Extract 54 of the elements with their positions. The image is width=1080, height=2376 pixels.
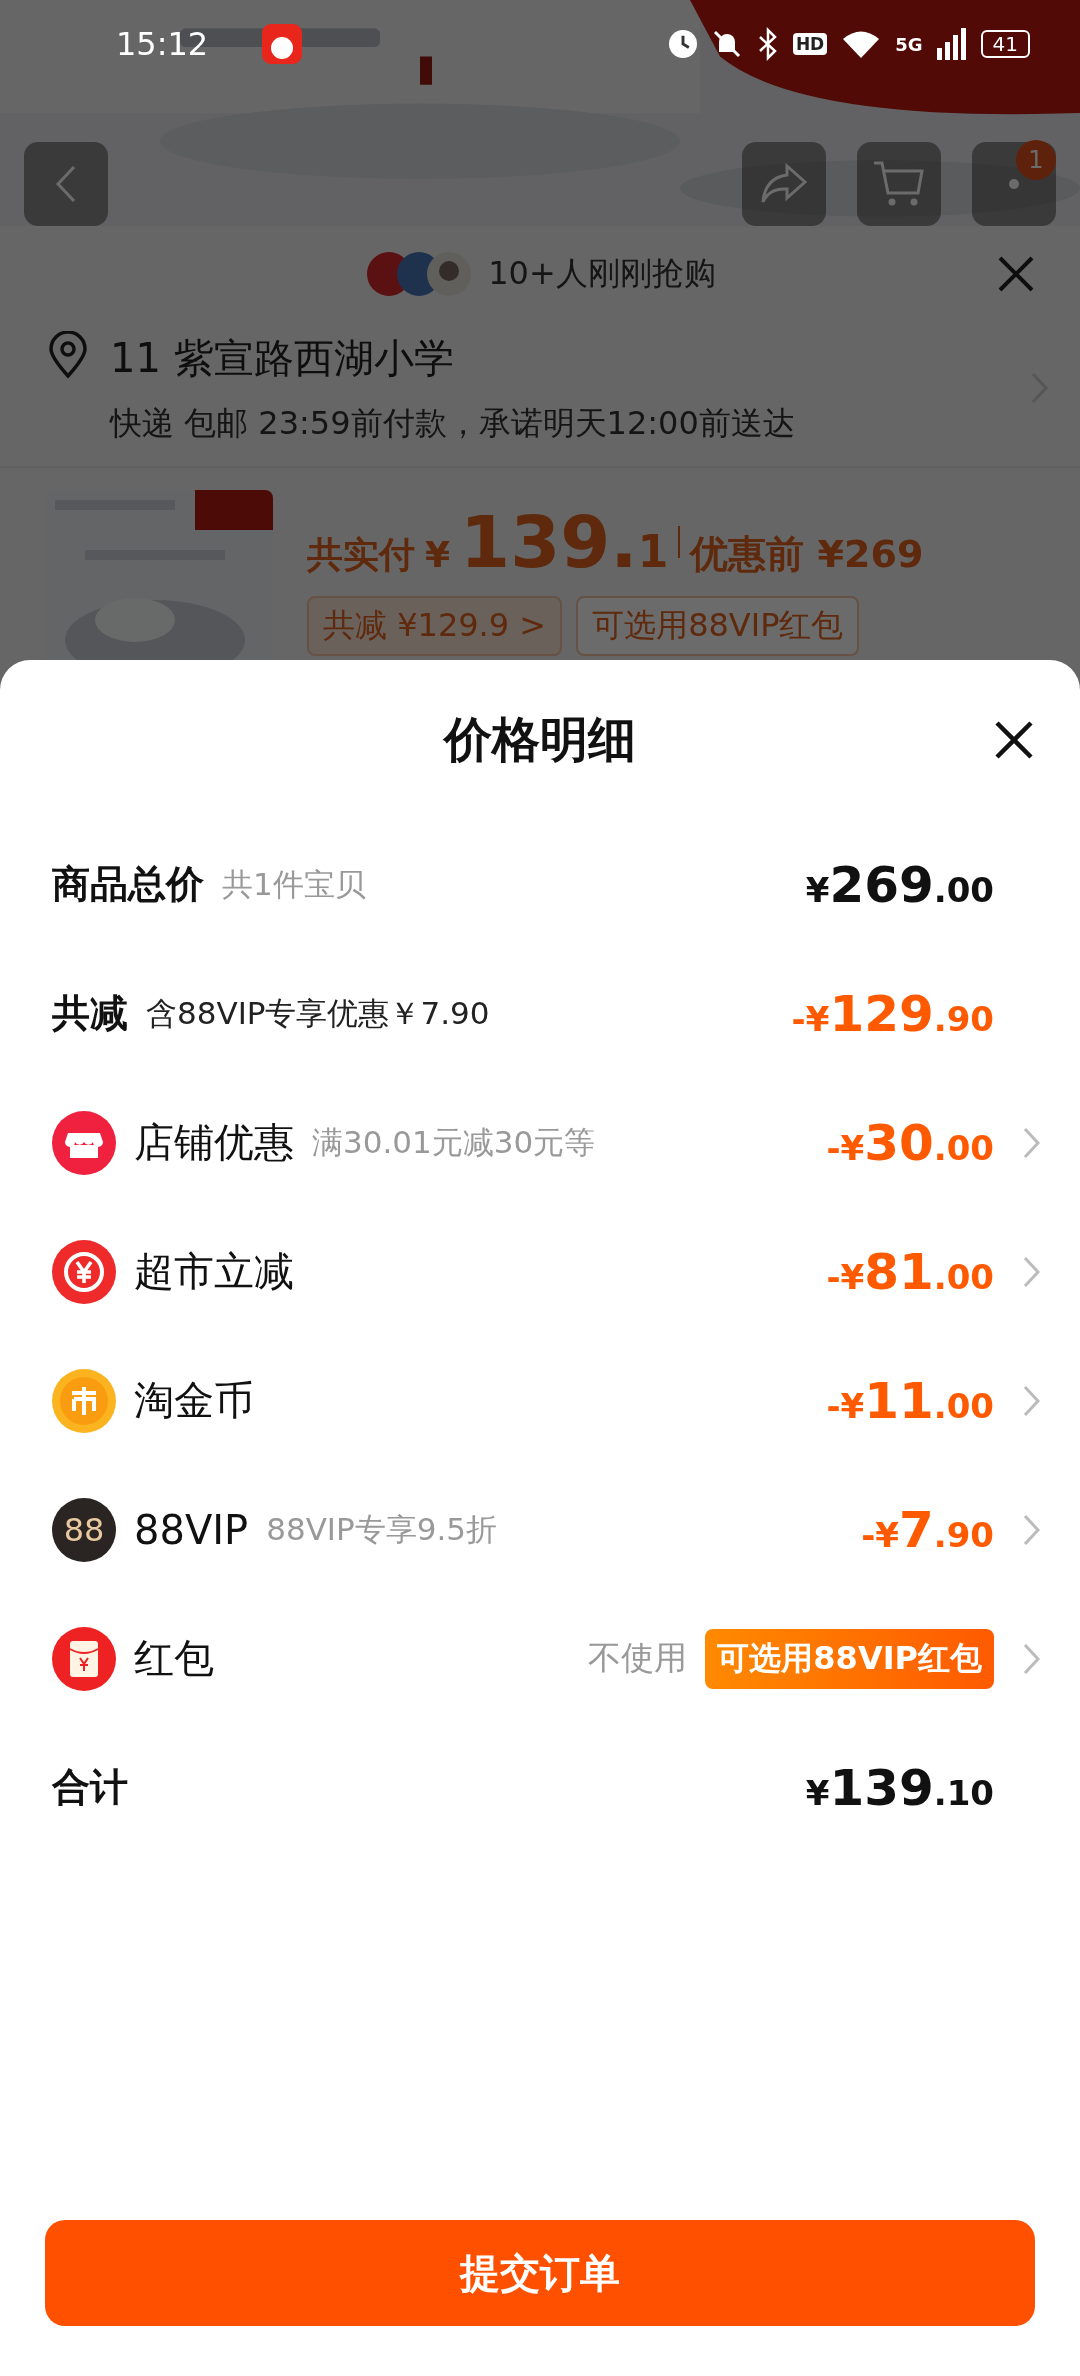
submit-order-button[interactable]: 提交订单 — [45, 2220, 1035, 2326]
chevron-icon — [1022, 1512, 1042, 1547]
original-price: 优惠前 ¥269 — [690, 531, 924, 578]
discount-chip[interactable]: 共减 ¥129.9 > — [307, 596, 563, 656]
address-title: 11 紫宣路西湖小学 — [110, 334, 455, 383]
row-label: 88VIP — [134, 1506, 249, 1553]
back-icon — [54, 164, 78, 204]
chevron-icon — [1022, 1641, 1042, 1676]
store-icon — [52, 1110, 116, 1175]
alarm-icon — [668, 30, 697, 58]
coin-icon — [52, 1368, 116, 1433]
price-amount: -¥11.00 — [826, 1371, 994, 1430]
row-label: 红包 — [134, 1634, 214, 1683]
price-amount: ¥269.00 — [805, 855, 994, 914]
close-icon[interactable] — [996, 254, 1036, 294]
vip-badge-icon: 88 — [52, 1497, 116, 1562]
row-label: 淘金币 — [134, 1376, 254, 1425]
battery-level: 41 — [980, 30, 1030, 58]
chevron-icon — [1022, 1125, 1042, 1160]
row-label: 超市立减 — [134, 1247, 294, 1296]
paid-label: 共实付 — [307, 533, 415, 577]
row-status: 不使用 — [588, 1637, 688, 1679]
currency-sign: ¥ — [425, 534, 451, 575]
paid-amount: 139. — [460, 500, 638, 584]
app-notification-icon — [262, 24, 303, 64]
sheet-title: 价格明细 — [444, 710, 636, 769]
network-label: 5G — [895, 33, 923, 55]
price-amount: -¥30.00 — [826, 1113, 994, 1172]
row-label: 共减 — [52, 990, 128, 1037]
row-label: 店铺优惠 — [134, 1118, 294, 1167]
price-amount: -¥7.90 — [861, 1500, 994, 1559]
hd-indicator: HD — [792, 33, 828, 55]
price-amount: -¥129.90 — [791, 984, 994, 1043]
delivery-info: 快递 包邮 23:59前付款，承诺明天12:00前送达 — [110, 403, 796, 444]
vip-packet-tag[interactable]: 可选用88VIP红包 — [705, 1628, 994, 1689]
location-pin-icon — [48, 331, 88, 379]
row-label: 商品总价 — [52, 861, 204, 908]
more-icon — [1008, 178, 1020, 190]
paid-fraction: 1 — [637, 526, 669, 577]
row-note: 含88VIP专享优惠￥7.90 — [146, 993, 490, 1033]
packet-icon — [52, 1626, 116, 1691]
row-label: 合计 — [52, 1764, 128, 1811]
price-amount: ¥139.10 — [805, 1758, 994, 1817]
chevron-icon — [1022, 1383, 1042, 1418]
recent-buyers-text: 10+人刚刚抢购 — [488, 252, 716, 294]
price-amount: -¥81.00 — [826, 1242, 994, 1301]
signal-icon — [936, 28, 967, 60]
row-note: 满30.01元减30元等 — [312, 1122, 596, 1162]
row-note: 88VIP专享9.5折 — [266, 1509, 497, 1549]
yen-icon — [52, 1239, 116, 1304]
row-note: 共1件宝贝 — [222, 864, 366, 904]
discount-chip[interactable]: 可选用88VIP红包 — [576, 596, 860, 656]
status-time: 15:12 — [116, 25, 209, 63]
chevron-icon — [1022, 1254, 1042, 1289]
